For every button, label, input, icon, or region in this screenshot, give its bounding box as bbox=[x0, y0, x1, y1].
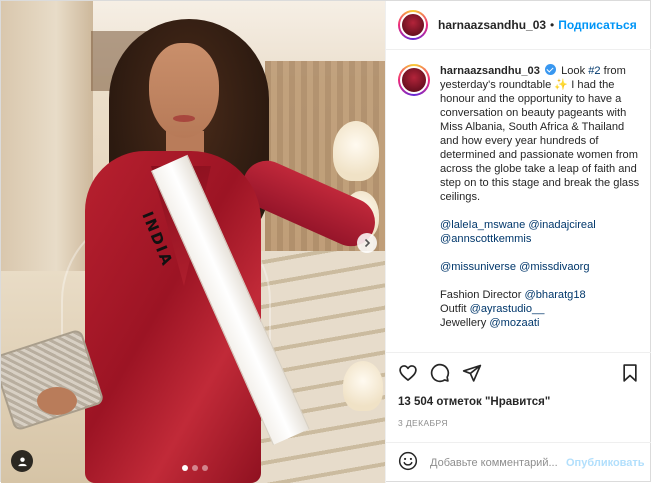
credit-label: Jewellery bbox=[440, 317, 490, 329]
photo-face bbox=[149, 43, 219, 138]
mention-link[interactable]: @laleIa_mswane bbox=[440, 219, 525, 231]
photo-pillar bbox=[1, 1, 93, 276]
credit-line: Fashion Director @bharatg18 bbox=[440, 288, 640, 302]
carousel-dot bbox=[192, 465, 198, 471]
comment-icon bbox=[430, 363, 450, 382]
avatar[interactable] bbox=[398, 10, 428, 40]
carousel-indicator bbox=[182, 465, 208, 471]
emoji-button[interactable] bbox=[398, 451, 418, 476]
mention-link[interactable]: @annscottkemmis bbox=[440, 233, 531, 245]
avatar-image bbox=[400, 12, 426, 38]
caption-row: harnaazsandhu_03 Look #2 from yesterday'… bbox=[398, 64, 640, 330]
mentions-block: @laleIa_mswane @inadajcireal @annscottke… bbox=[440, 218, 640, 246]
caption-area: harnaazsandhu_03 Look #2 from yesterday'… bbox=[386, 50, 651, 352]
caption-hashtag[interactable]: #2 bbox=[588, 65, 600, 77]
credit-label: Fashion Director bbox=[440, 289, 525, 301]
header-username[interactable]: harnaazsandhu_03 bbox=[438, 18, 546, 32]
photo-lamp bbox=[333, 121, 379, 181]
verified-badge-icon bbox=[544, 64, 556, 75]
credit-line: Jewellery @mozaati bbox=[440, 316, 640, 330]
post-side-panel: harnaazsandhu_03 • Подписаться harnaazsa… bbox=[385, 1, 651, 483]
comment-input[interactable] bbox=[430, 457, 562, 469]
caption-text: harnaazsandhu_03 Look #2 from yesterday'… bbox=[440, 64, 640, 330]
save-button[interactable] bbox=[620, 363, 640, 383]
mentions-block: @missuniverse @missdivaorg bbox=[440, 260, 640, 274]
caption-text-start: Look bbox=[561, 65, 589, 77]
post-comment-button[interactable]: Опубликовать bbox=[566, 457, 645, 469]
heart-icon bbox=[399, 364, 417, 381]
smiley-icon bbox=[398, 451, 418, 470]
carousel-next-button[interactable] bbox=[357, 233, 377, 253]
post-photo[interactable]: INDIA bbox=[1, 1, 385, 483]
photo-hand bbox=[37, 387, 77, 415]
user-icon bbox=[17, 456, 27, 466]
mention-link[interactable]: @bharatg18 bbox=[524, 289, 585, 301]
like-button[interactable] bbox=[398, 363, 418, 383]
carousel-dot bbox=[182, 465, 188, 471]
avatar-image bbox=[400, 66, 428, 94]
mention-link[interactable]: @missdivaorg bbox=[519, 261, 589, 273]
follow-button[interactable]: Подписаться bbox=[558, 18, 636, 32]
post-date[interactable]: 3 ДЕКАБРЯ bbox=[398, 418, 448, 428]
comment-button[interactable] bbox=[430, 363, 450, 383]
share-button[interactable] bbox=[462, 363, 482, 383]
action-bar bbox=[386, 352, 651, 392]
mention-link[interactable]: @missuniverse bbox=[440, 261, 516, 273]
caption-text-body: from yesterday's roundtable ✨ I had the … bbox=[440, 65, 640, 203]
credit-line: Outfit @ayrastudio__ bbox=[440, 302, 640, 316]
mention-link[interactable]: @mozaati bbox=[489, 317, 539, 329]
comment-bar: Опубликовать bbox=[386, 442, 651, 483]
mention-link[interactable]: @inadajcireal bbox=[528, 219, 595, 231]
share-icon bbox=[462, 364, 482, 382]
instagram-post: INDIA harnaazsandhu_03 • Подписаться har… bbox=[0, 0, 651, 483]
credit-label: Outfit bbox=[440, 303, 470, 315]
post-header: harnaazsandhu_03 • Подписаться bbox=[386, 1, 651, 50]
caption-username[interactable]: harnaazsandhu_03 bbox=[440, 65, 540, 77]
header-separator: • bbox=[550, 18, 555, 32]
bookmark-icon bbox=[623, 363, 637, 382]
caption-avatar[interactable] bbox=[398, 64, 430, 96]
tagged-users-button[interactable] bbox=[11, 450, 33, 472]
likes-count[interactable]: 13 504 отметок "Нравится" bbox=[398, 396, 550, 408]
photo-lips bbox=[173, 115, 195, 122]
credits-block: Fashion Director @bharatg18 Outfit @ayra… bbox=[440, 288, 640, 330]
photo-lamp bbox=[343, 361, 383, 411]
chevron-right-icon bbox=[364, 238, 371, 248]
carousel-dot bbox=[202, 465, 208, 471]
mention-link[interactable]: @ayrastudio__ bbox=[470, 303, 545, 315]
